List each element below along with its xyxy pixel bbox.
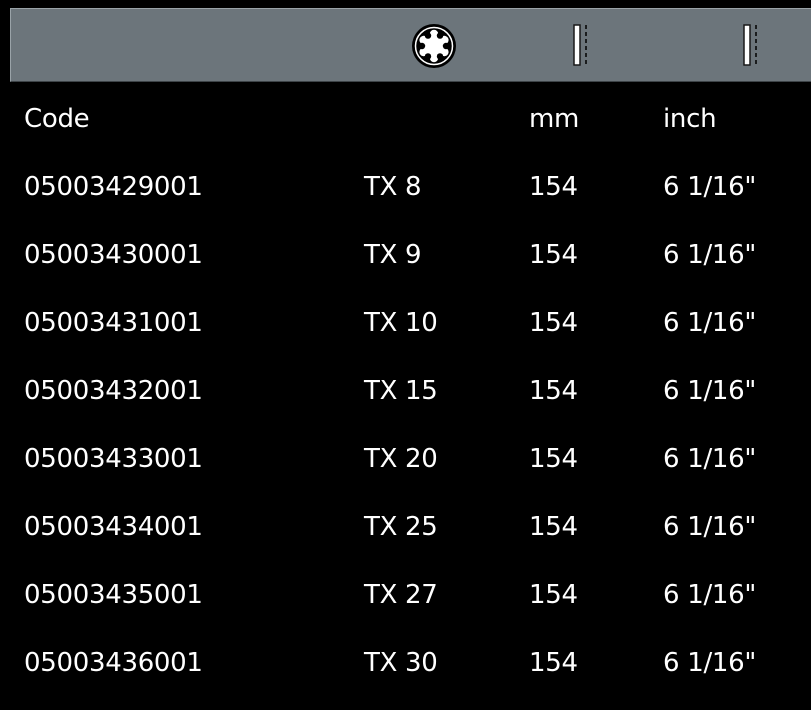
code-cell: 05003429001: [24, 172, 203, 202]
column-header-inch: inch: [663, 104, 717, 134]
inch-cell: 6 1/16": [663, 648, 757, 678]
inch-cell: 6 1/16": [663, 172, 757, 202]
table-row: 05003434001 TX 25 154 6 1/16": [0, 511, 811, 543]
size-cell: TX 20: [364, 444, 438, 474]
code-cell: 05003435001: [24, 580, 203, 610]
inch-cell: 6 1/16": [663, 512, 757, 542]
table-row: 05003429001 TX 8 154 6 1/16": [0, 171, 811, 203]
column-header-mm: mm: [529, 104, 580, 134]
header-bar: [10, 8, 811, 82]
size-cell: TX 9: [364, 240, 422, 270]
length-icon: [566, 9, 596, 83]
size-cell: TX 15: [364, 376, 438, 406]
inch-cell: 6 1/16": [663, 376, 757, 406]
column-header-code: Code: [24, 104, 90, 134]
size-cell: TX 8: [364, 172, 422, 202]
table-row: 05003432001 TX 15 154 6 1/16": [0, 375, 811, 407]
mm-cell: 154: [529, 240, 578, 270]
size-cell: TX 30: [364, 648, 438, 678]
mm-cell: 154: [529, 444, 578, 474]
table-row: 05003430001 TX 9 154 6 1/16": [0, 239, 811, 271]
table-row: 05003433001 TX 20 154 6 1/16": [0, 443, 811, 475]
table-row: 05003436001 TX 30 154 6 1/16": [0, 647, 811, 679]
table-row: 05003431001 TX 10 154 6 1/16": [0, 307, 811, 339]
length-icon: [736, 9, 766, 83]
torx-head-icon: [409, 9, 459, 83]
code-cell: 05003434001: [24, 512, 203, 542]
code-cell: 05003431001: [24, 308, 203, 338]
mm-cell: 154: [529, 648, 578, 678]
mm-cell: 154: [529, 376, 578, 406]
mm-cell: 154: [529, 308, 578, 338]
mm-cell: 154: [529, 512, 578, 542]
inch-cell: 6 1/16": [663, 240, 757, 270]
inch-cell: 6 1/16": [663, 308, 757, 338]
inch-cell: 6 1/16": [663, 444, 757, 474]
code-cell: 05003433001: [24, 444, 203, 474]
code-cell: 05003432001: [24, 376, 203, 406]
mm-cell: 154: [529, 580, 578, 610]
code-cell: 05003436001: [24, 648, 203, 678]
size-cell: TX 10: [364, 308, 438, 338]
size-cell: TX 25: [364, 512, 438, 542]
code-cell: 05003430001: [24, 240, 203, 270]
size-cell: TX 27: [364, 580, 438, 610]
table-row: 05003435001 TX 27 154 6 1/16": [0, 579, 811, 611]
inch-cell: 6 1/16": [663, 580, 757, 610]
mm-cell: 154: [529, 172, 578, 202]
